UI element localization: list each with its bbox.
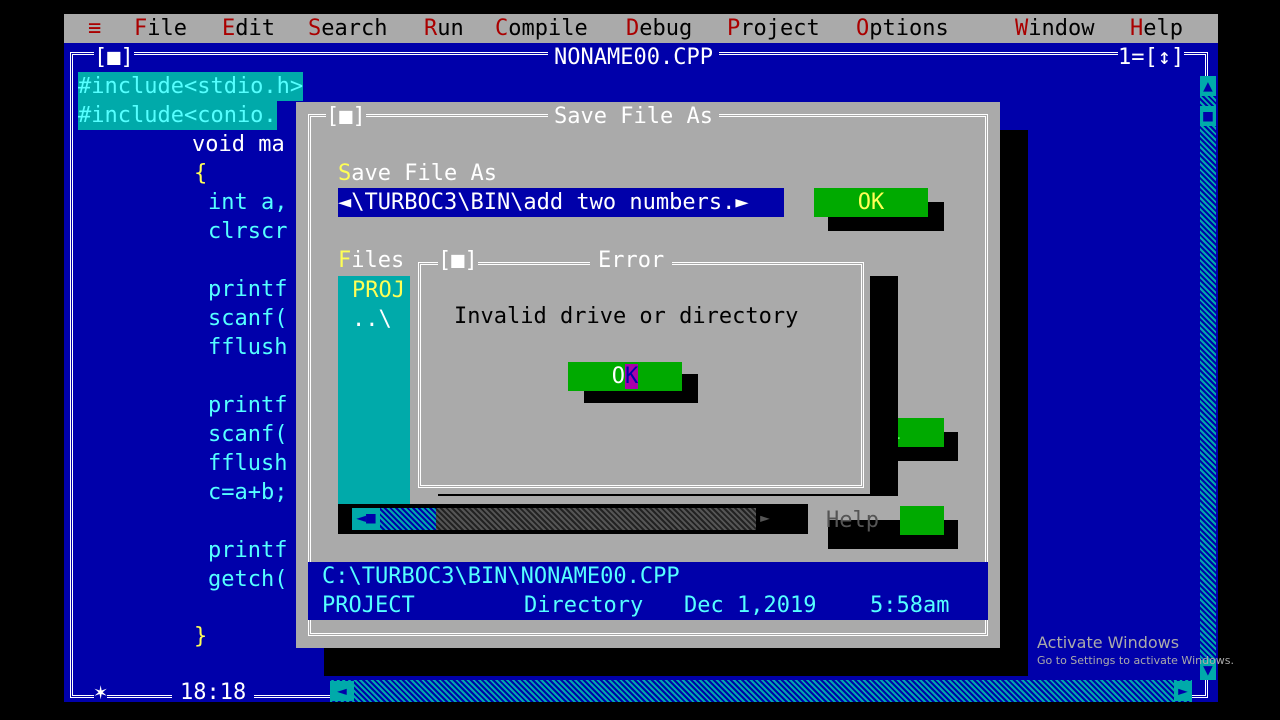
code-line: #include<stdio.h> bbox=[78, 72, 304, 101]
code-line: int a, bbox=[208, 190, 288, 215]
list-item[interactable]: PROJ bbox=[352, 276, 405, 305]
files-list[interactable]: PROJ ..\ bbox=[338, 276, 410, 534]
files-label: Files bbox=[338, 248, 405, 273]
entry-type: Directory bbox=[524, 593, 644, 618]
system-menu-icon[interactable]: ≡ bbox=[88, 14, 101, 43]
scroll-left-arrow-icon[interactable]: ◄ bbox=[330, 681, 354, 701]
file-info-panel: C:\TURBOC3\BIN\NONAME00.CPP PROJECT Dire… bbox=[308, 562, 988, 620]
code-line: void ma bbox=[192, 132, 285, 157]
save-field-label: Save File As bbox=[338, 161, 497, 186]
list-scroll-track[interactable] bbox=[436, 508, 756, 530]
save-ok-button[interactable]: OK bbox=[814, 188, 928, 217]
scroll-thumb[interactable]: ■ bbox=[1200, 106, 1216, 126]
menu-help[interactable]: Help bbox=[1130, 14, 1183, 43]
scroll-up-arrow-icon[interactable]: ▲ bbox=[1200, 76, 1216, 96]
error-message: Invalid drive or directory bbox=[454, 304, 799, 329]
entry-date: Dec 1,2019 bbox=[684, 593, 817, 618]
error-dialog: [■] Error Invalid drive or directory OK bbox=[410, 246, 870, 494]
list-scroll-left-icon[interactable]: ◄■ bbox=[352, 508, 380, 530]
code-line: scanf( bbox=[208, 306, 288, 331]
entry-time: 5:58am bbox=[870, 593, 950, 618]
activate-windows-watermark: Activate Windows Go to Settings to activ… bbox=[1037, 633, 1235, 667]
code-line: getch( bbox=[208, 567, 288, 592]
files-horizontal-scrollbar[interactable]: ◄■ ► bbox=[338, 504, 808, 534]
save-dialog-title: Save File As bbox=[548, 102, 719, 131]
scroll-right-arrow-icon[interactable]: ► bbox=[1174, 681, 1192, 701]
code-line: #include<conio. bbox=[78, 101, 277, 130]
code-line: } bbox=[194, 624, 208, 649]
code-line: printf bbox=[208, 393, 288, 418]
current-path: C:\TURBOC3\BIN\NONAME00.CPP bbox=[322, 564, 680, 589]
menu-search[interactable]: Search bbox=[308, 14, 387, 43]
help-button-face[interactable] bbox=[900, 506, 944, 535]
menu-edit[interactable]: Edit bbox=[222, 14, 275, 43]
code-line: printf bbox=[208, 277, 288, 302]
code-line: fflush bbox=[208, 451, 288, 476]
menu-file[interactable]: File bbox=[134, 14, 187, 43]
code-line: clrscr bbox=[208, 219, 288, 244]
code-line: fflush bbox=[208, 335, 288, 360]
code-line: printf bbox=[208, 538, 288, 563]
error-dialog-title: Error bbox=[590, 246, 673, 275]
menu-run[interactable]: Run bbox=[424, 14, 464, 43]
code-line: scanf( bbox=[208, 422, 288, 447]
entry-name: PROJECT bbox=[322, 593, 415, 618]
list-item[interactable]: ..\ bbox=[352, 305, 392, 334]
code-line: c=a+b; bbox=[208, 480, 288, 505]
vertical-scrollbar[interactable] bbox=[1200, 76, 1216, 680]
editor-close-box[interactable]: [■] bbox=[94, 43, 134, 72]
menu-compile[interactable]: Compile bbox=[495, 14, 588, 43]
error-dialog-close-box[interactable]: [■] bbox=[438, 246, 478, 275]
menu-bar: ≡ File Edit Search Run Compile Debug Pro… bbox=[64, 14, 1218, 43]
menu-options[interactable]: Options bbox=[856, 14, 949, 43]
menu-debug[interactable]: Debug bbox=[626, 14, 692, 43]
menu-project[interactable]: Project bbox=[727, 14, 820, 43]
error-ok-button[interactable]: OK bbox=[568, 362, 682, 391]
resize-corner-icon[interactable]: ✶ bbox=[94, 678, 108, 702]
help-label: Help bbox=[826, 508, 879, 533]
code-line: { bbox=[194, 161, 208, 186]
list-scroll-right-icon[interactable]: ► bbox=[756, 508, 774, 530]
save-filename-input[interactable]: ◄\TURBOC3\BIN\add two numbers.► bbox=[338, 188, 784, 217]
cursor-position: 18:18 bbox=[172, 678, 255, 702]
save-dialog-close-box[interactable]: [■] bbox=[326, 102, 366, 131]
horizontal-scrollbar[interactable] bbox=[330, 680, 1192, 702]
list-scroll-thumb[interactable] bbox=[380, 508, 436, 530]
editor-window-number[interactable]: 1=[↕] bbox=[1118, 43, 1185, 72]
menu-window[interactable]: Window bbox=[1015, 14, 1094, 43]
editor-filename: NONAME00.CPP bbox=[548, 43, 719, 72]
